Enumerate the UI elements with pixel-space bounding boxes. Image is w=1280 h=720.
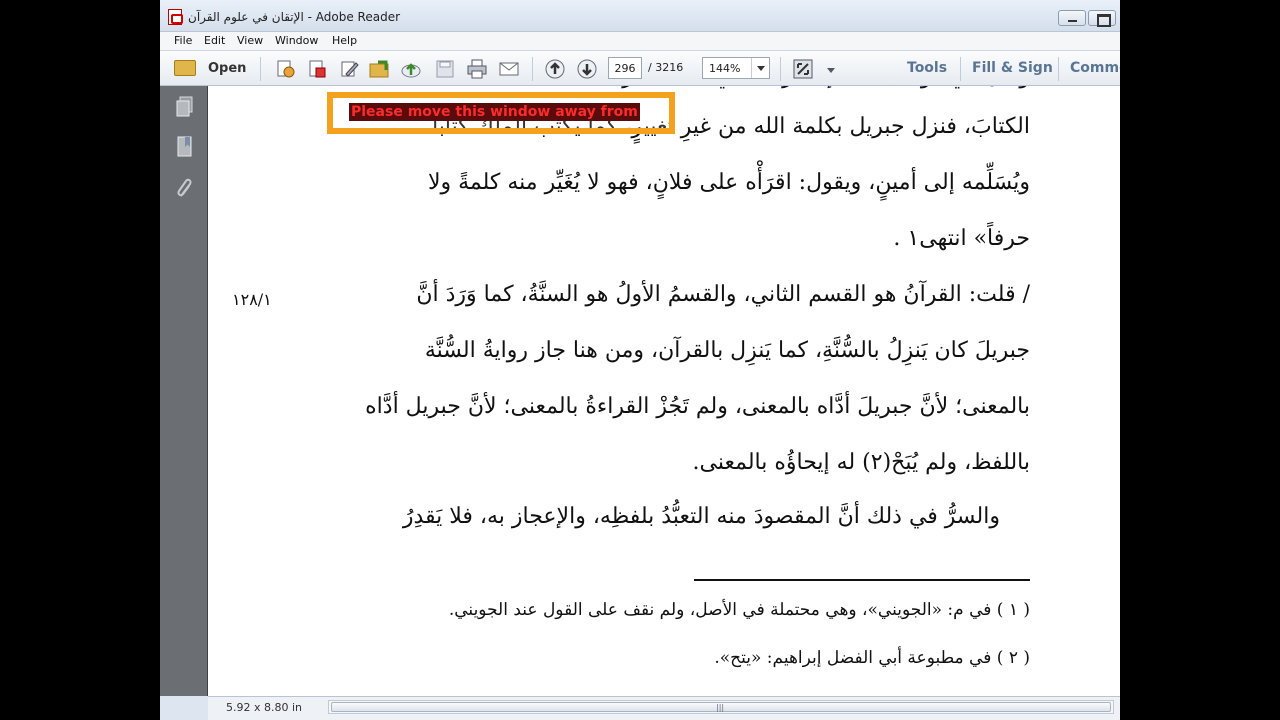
window-title: الإتقان في علوم القرآن - Adobe Reader <box>188 10 401 24</box>
page-size: 5.92 x 8.80 in <box>226 701 303 714</box>
save-folder-icon[interactable] <box>368 58 390 80</box>
scrollbar-thumb[interactable]: ||| <box>331 702 1111 712</box>
attachments-icon[interactable] <box>176 178 194 200</box>
zoom-select[interactable]: 144% <box>702 57 770 79</box>
minimize-button[interactable] <box>1058 10 1086 26</box>
text-line: / قلت: القرآنُ هو القسم الثاني، والقسمُ … <box>416 282 1030 307</box>
tab-comment[interactable]: Comme <box>1070 60 1120 76</box>
cloud-upload-icon[interactable] <box>400 58 422 80</box>
text-line: باللفظ، ولم يُبَحْ(٢) له إيحاؤُه بالمعنى… <box>692 450 1030 475</box>
menu-bar: File Edit View Window Help <box>160 32 1120 50</box>
document-page[interactable]: وقيل في قوله تعالى: إنا أنزلناه في ليلة … <box>208 86 1120 696</box>
footnote: ( ٢ ) في مطبوعة أبي الفضل إبراهيم: «يتح»… <box>714 648 1030 668</box>
toolbar-separator <box>780 57 781 81</box>
grip-icon: ||| <box>716 703 725 712</box>
create-pdf-icon[interactable] <box>274 58 296 80</box>
chevron-down-icon[interactable] <box>751 58 769 78</box>
warning-text: Please move this window away from <box>349 103 640 121</box>
email-icon[interactable] <box>498 58 520 80</box>
navigation-pane <box>160 86 208 696</box>
menu-view[interactable]: View <box>237 34 263 47</box>
menu-edit[interactable]: Edit <box>204 34 225 47</box>
text-line: والسرُّ في ذلك أنَّ المقصودَ منه التعبُّ… <box>402 504 1000 529</box>
title-bar[interactable]: الإتقان في علوم القرآن - Adobe Reader <box>160 0 1120 32</box>
warning-overlay: Please move this window away from <box>327 92 675 134</box>
edit-pdf-icon[interactable] <box>338 58 360 80</box>
next-page-icon[interactable] <box>576 58 598 80</box>
footnote: ( ١ ) في م: «الجويني»، وهي محتملة في الأ… <box>448 600 1030 620</box>
export-pdf-icon[interactable] <box>306 58 328 80</box>
text-line: حرفاً» انتهى١ . <box>893 226 1030 251</box>
page-thumbnails-icon[interactable] <box>176 96 194 118</box>
bookmarks-icon[interactable] <box>176 136 194 158</box>
toolbar-separator <box>532 57 533 81</box>
toolbar-separator <box>260 57 261 81</box>
text-line: بالمعنى؛ لأنَّ جبريلَ أدَّاه بالمعنى، ول… <box>365 394 1030 419</box>
open-button[interactable]: Open <box>174 57 250 79</box>
tab-tools[interactable]: Tools <box>907 60 947 76</box>
adobe-reader-window: الإتقان في علوم القرآن - Adobe Reader Fi… <box>160 0 1120 720</box>
page-total: / 3216 <box>648 61 684 74</box>
folder-icon <box>174 60 196 76</box>
toolbar-separator <box>960 57 961 81</box>
margin-page-reference: ١٢٨/١ <box>232 290 272 309</box>
zoom-value: 144% <box>709 62 741 75</box>
horizontal-scrollbar[interactable]: ||| <box>328 700 1114 714</box>
maximize-button[interactable] <box>1088 10 1116 27</box>
tab-fill-sign[interactable]: Fill & Sign <box>972 60 1053 76</box>
text-line-clipped: وقيل في قوله تعالى: إنا أنزلناه في ليلة … <box>579 86 1030 89</box>
fit-page-icon[interactable] <box>792 58 814 80</box>
menu-file[interactable]: File <box>174 34 192 47</box>
page-number-input[interactable]: 296 <box>608 57 642 79</box>
customize-toolbar-icon[interactable] <box>820 58 835 80</box>
toolbar: Open 296 / 3216 144% Tools Fill & Sign C… <box>160 50 1120 86</box>
previous-page-icon[interactable] <box>544 58 566 80</box>
text-line: ويُسَلِّمه إلى أمينٍ، ويقول: اقرَأْه على… <box>427 170 1030 195</box>
toolbar-separator <box>1058 57 1059 81</box>
save-icon[interactable] <box>434 58 456 80</box>
adobe-reader-icon <box>168 9 183 25</box>
open-label: Open <box>208 61 247 76</box>
text-line: جبريلَ كان يَنزِلُ بالسُّنَّةِ، كما يَنز… <box>424 338 1030 363</box>
print-icon[interactable] <box>466 58 488 80</box>
menu-window[interactable]: Window <box>275 34 318 47</box>
status-bar: 5.92 x 8.80 in ||| <box>208 696 1120 720</box>
footnote-divider <box>694 579 1030 581</box>
menu-help[interactable]: Help <box>332 34 357 47</box>
